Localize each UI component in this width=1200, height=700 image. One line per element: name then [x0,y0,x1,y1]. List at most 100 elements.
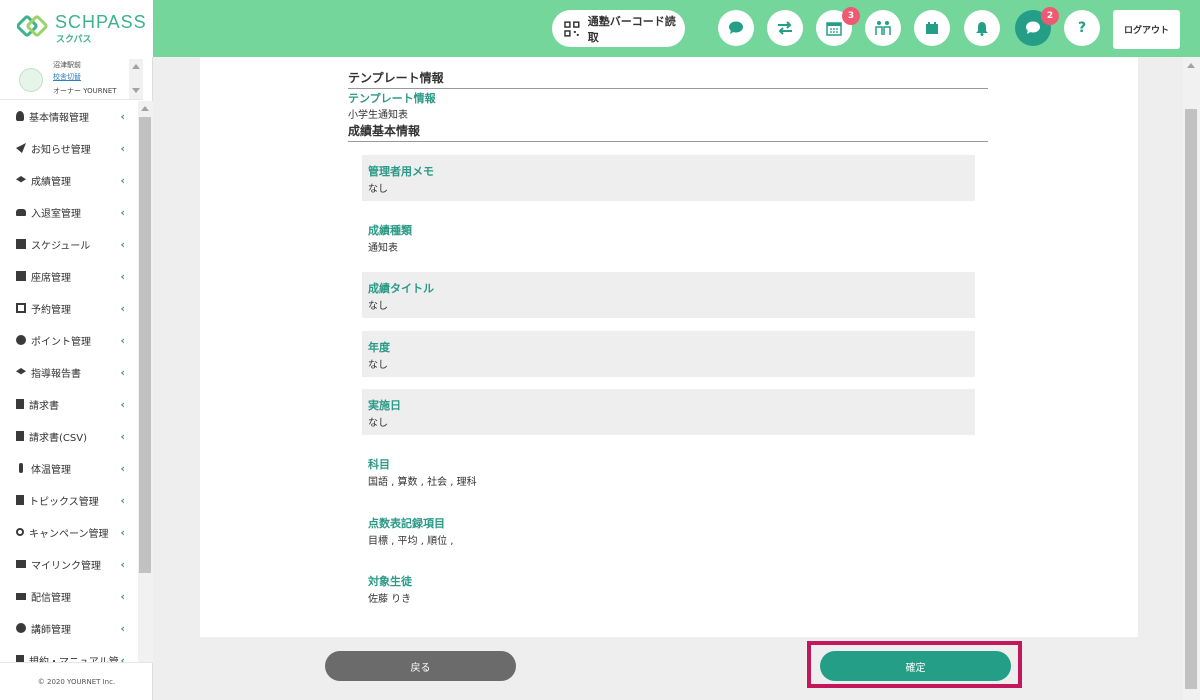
field-value: なし [368,360,388,371]
transfer-button[interactable] [767,10,803,46]
chevron-left-icon: ‹ [120,526,125,539]
content-card: テンプレート情報 テンプレート情報 小学生通知表 成績基本情報 管理者用メモ な… [200,57,1138,637]
sidebar-item-teachers[interactable]: 講師管理 ‹ [0,612,137,644]
help-button[interactable]: ? [1064,10,1100,46]
id-card-icon [16,560,26,568]
field-label: 科目 [368,458,390,471]
chevron-left-icon: ‹ [120,622,125,635]
sidebar-item-manual[interactable]: 規約・マニュアル管 ‹ [0,644,137,662]
sidebar-scrollbar[interactable] [138,101,153,662]
field-label: 成績種類 [368,224,412,237]
graduation-icon [16,368,26,375]
calendar-badge: 3 [842,7,860,25]
grid-calendar-icon [16,271,26,281]
teacher-icon [16,623,26,633]
family-button[interactable] [865,10,901,46]
chevron-left-icon: ‹ [120,398,125,411]
event-button[interactable] [914,10,950,46]
logo[interactable]: SCHPASS スクパス [0,0,153,57]
scroll-up-icon [141,106,149,111]
chevron-left-icon: ‹ [120,238,125,251]
point-icon [16,335,26,345]
scroll-up-icon [132,64,140,69]
sidebar-item-topics[interactable]: トピックス管理 ‹ [0,484,137,516]
sidebar-item-temperature[interactable]: 体温管理 ‹ [0,452,137,484]
sidebar-item-mylink[interactable]: マイリンク管理 ‹ [0,548,137,580]
field-date: 実施日 なし [362,389,975,435]
copyright: © 2020 YOURNET Inc. [0,662,153,700]
avatar [19,68,43,92]
field-admin-memo: 管理者用メモ なし [362,155,975,201]
field-label: 対象生徒 [368,575,412,588]
back-button[interactable]: 戻る [325,651,516,681]
bell-icon [976,21,988,36]
chevron-left-icon: ‹ [120,110,125,123]
notification-button[interactable] [964,10,1000,46]
message-button[interactable]: 2 [1015,7,1059,46]
message-badge: 2 [1041,7,1059,25]
chevron-left-icon: ‹ [120,590,125,603]
sidebar-item-points[interactable]: ポイント管理 ‹ [0,324,137,356]
divider [348,88,988,89]
sidebar-item-reports[interactable]: 指導報告書 ‹ [0,356,137,388]
calendar-icon [826,22,842,36]
school-switch-link[interactable]: 校舎切替 [53,72,81,82]
chevron-left-icon: ‹ [120,462,125,475]
user-school: 沼津駅前 [53,61,81,69]
brand-sub: スクパス [56,35,92,45]
top-header: SCHPASS スクパス 通塾バーコード読取 3 2 ? ログアウト [0,0,1200,57]
send-icon [16,143,26,153]
sidebar-item-schedule[interactable]: スケジュール ‹ [0,228,137,260]
invoice-icon [16,431,24,441]
book-icon [16,655,24,662]
field-grade-type: 成績種類 通知表 [362,214,975,260]
user-role: オーナー YOURNET [53,87,117,95]
sidebar-item-attendance[interactable]: 入退室管理 ‹ [0,196,137,228]
sidebar-item-campaign[interactable]: キャンペーン管理 ‹ [0,516,137,548]
sidebar-item-seats[interactable]: 座席管理 ‹ [0,260,137,292]
barcode-scan-label: 通塾バーコード読取 [587,14,676,44]
page-scroll-thumb[interactable] [1185,109,1197,689]
logo-icon [17,15,48,37]
sidebar-item-reservation[interactable]: 予約管理 ‹ [0,292,137,324]
chevron-left-icon: ‹ [120,142,125,155]
barcode-scan-button[interactable]: 通塾バーコード読取 [552,10,685,47]
user-panel: 沼津駅前 校舎切替 オーナー YOURNET [0,57,143,100]
chat-icon [729,21,743,34]
help-icon: ? [1077,20,1087,36]
logout-button[interactable]: ログアウト [1113,10,1180,49]
sidebar-item-notice[interactable]: お知らせ管理 ‹ [0,132,137,164]
sidebar-menu: 基本情報管理 ‹ お知らせ管理 ‹ 成績管理 ‹ 入退室管理 ‹ スケジュール ‹ 座席管… [0,100,137,662]
sidebar-item-basic-info[interactable]: 基本情報管理 ‹ [0,100,137,132]
section-title-template: テンプレート情報 [348,71,444,85]
reserve-icon [16,303,26,313]
message-icon [1026,21,1040,34]
calendar-check-icon [16,239,26,249]
field-value: 通知表 [368,243,398,254]
confirm-button[interactable]: 確定 [820,651,1011,681]
template-value: 小学生通知表 [348,110,408,121]
sidebar-item-grades[interactable]: 成績管理 ‹ [0,164,137,196]
sidebar: 沼津駅前 校舎切替 オーナー YOURNET 基本情報管理 ‹ お知らせ管理 ‹ 成… [0,57,153,700]
user-panel-scrollbar[interactable] [129,59,143,99]
chevron-left-icon: ‹ [120,302,125,315]
sidebar-item-invoice-csv[interactable]: 請求書(CSV) ‹ [0,420,137,452]
template-label: テンプレート情報 [348,92,436,105]
page-scrollbar[interactable] [1183,57,1200,700]
calendar-button[interactable]: 3 [816,7,860,46]
field-value: 目標 , 平均 , 順位 , [368,536,454,547]
brand-name: SCHPASS [55,12,147,32]
field-label: 年度 [368,341,390,354]
scroll-down-icon [132,88,140,93]
scroll-up-icon [1187,63,1195,68]
field-target-student: 対象生徒 佐藤 りき [362,565,975,611]
sidebar-item-invoice[interactable]: 請求書 ‹ [0,388,137,420]
sidebar-scroll-thumb[interactable] [139,117,151,573]
field-score-items: 点数表記録項目 目標 , 平均 , 順位 , [362,507,975,553]
sidebar-item-distribution[interactable]: 配信管理 ‹ [0,580,137,612]
video-icon [16,592,26,600]
chevron-left-icon: ‹ [120,558,125,571]
chat-button[interactable] [718,10,754,46]
field-value: なし [368,184,388,195]
field-year: 年度 なし [362,331,975,377]
